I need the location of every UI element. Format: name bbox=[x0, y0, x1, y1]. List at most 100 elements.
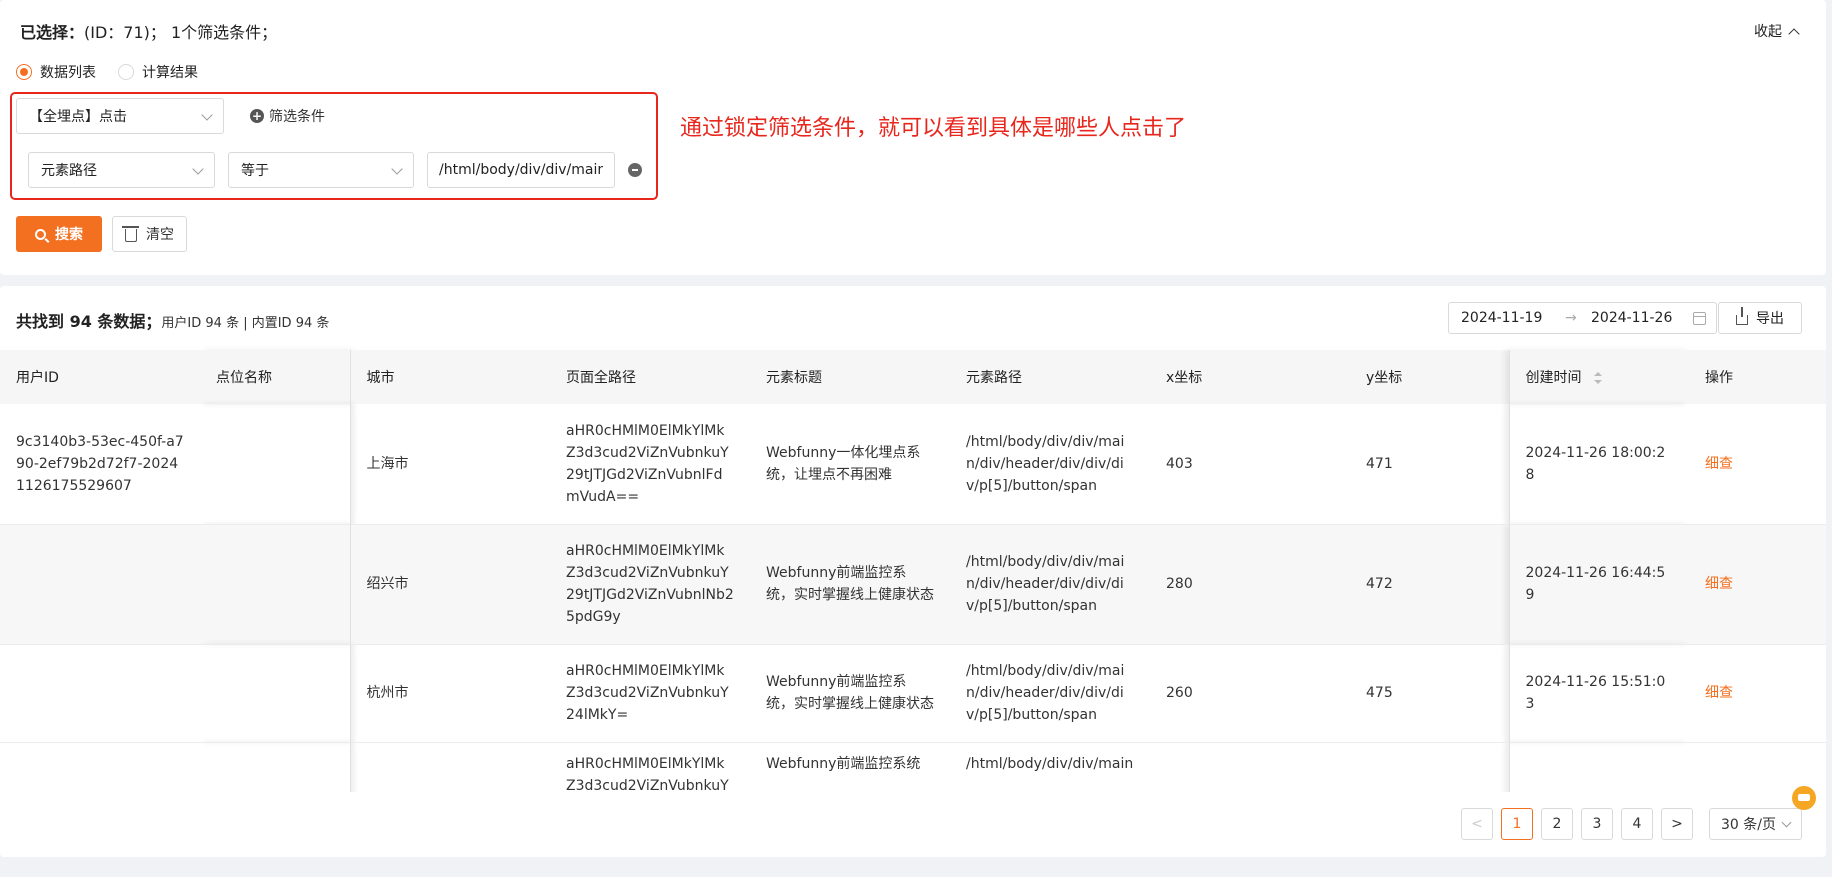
cell-page-path: aHR0cHMlM0ElMkYlMkZ3d3cud2ViZnVubnkuY29t… bbox=[550, 524, 750, 644]
date-range-picker[interactable]: 2024-11-19 → 2024-11-26 bbox=[1448, 302, 1717, 334]
cell-x: 260 bbox=[1166, 685, 1193, 701]
table-row: 9c3140b3-53ec-450f-a790-2ef79b2d72f7-202… bbox=[0, 404, 1826, 524]
cell-user-id bbox=[0, 524, 200, 644]
date-start[interactable]: 2024-11-19 bbox=[1449, 310, 1565, 326]
view-radio-group: 数据列表 计算结果 bbox=[16, 62, 220, 82]
cell-city: 绍兴市 bbox=[350, 524, 550, 644]
detail-link[interactable]: 细查 bbox=[1705, 456, 1733, 472]
cell-element-title: Webfunny前端监控系统，实时掌握线上健康状态 bbox=[750, 524, 950, 644]
page-button-2[interactable]: 2 bbox=[1541, 808, 1573, 840]
remove-condition-icon[interactable] bbox=[628, 163, 642, 177]
page-button-4[interactable]: 4 bbox=[1621, 808, 1653, 840]
cell-point-name bbox=[200, 644, 351, 742]
calendar-icon bbox=[1693, 312, 1706, 325]
chevron-down-icon bbox=[391, 163, 403, 175]
field-select[interactable]: 元素路径 bbox=[28, 152, 215, 188]
prev-page-button[interactable]: < bbox=[1461, 808, 1493, 840]
cell-action: 细查 bbox=[1689, 524, 1826, 644]
radio-checked-icon bbox=[16, 64, 32, 80]
chevron-down-icon bbox=[201, 109, 213, 121]
page-button-3[interactable]: 3 bbox=[1581, 808, 1613, 840]
event-select-value: 【全埋点】点击 bbox=[29, 109, 127, 125]
chat-icon[interactable] bbox=[1792, 786, 1816, 810]
radio-label: 计算结果 bbox=[142, 65, 198, 81]
operator-select-value: 等于 bbox=[241, 163, 269, 179]
radio-data-list[interactable]: 数据列表 bbox=[16, 62, 96, 82]
cell-city: 上海市 bbox=[366, 455, 409, 472]
results-table: 用户ID 点位名称 城市 页面全路径 元素标题 元素路径 x坐标 y坐标 创建时… bbox=[0, 350, 1826, 857]
annotation-text: 通过锁定筛选条件，就可以看到具体是哪些人点击了 bbox=[680, 116, 1187, 141]
result-count-detail: 用户ID 94 条 | 内置ID 94 条 bbox=[161, 316, 330, 331]
cell-action: 细查 bbox=[1689, 644, 1826, 742]
cell-element-title: Webfunny前端监控系统，实时掌握线上健康状态 bbox=[766, 674, 934, 712]
col-header-created-label: 创建时间 bbox=[1525, 370, 1582, 386]
col-header-element-path: 元素路径 bbox=[950, 350, 1150, 404]
cell-action: 细查 bbox=[1689, 404, 1826, 524]
col-header-created[interactable]: 创建时间 bbox=[1508, 350, 1689, 404]
cell-user-id bbox=[0, 644, 200, 742]
cell-x: 280 bbox=[1150, 524, 1350, 644]
chevron-up-icon bbox=[1788, 28, 1800, 40]
cell-page-path: aHR0cHMlM0ElMkYlMkZ3d3cud2ViZnVubnkuY29t… bbox=[566, 422, 729, 505]
cell-city: 杭州市 bbox=[366, 685, 409, 701]
sort-icon[interactable] bbox=[1593, 372, 1602, 384]
trash-icon bbox=[122, 226, 139, 242]
table-header-row: 用户ID 点位名称 城市 页面全路径 元素标题 元素路径 x坐标 y坐标 创建时… bbox=[0, 350, 1826, 404]
selected-label: 已选择： bbox=[20, 23, 85, 42]
cell-page-path: aHR0cHMlM0ElMkYlMkZ3d3cud2ViZnVubnkuY24l… bbox=[566, 663, 729, 723]
event-select[interactable]: 【全埋点】点击 bbox=[16, 98, 224, 134]
results-panel: 共找到 94 条数据；用户ID 94 条 | 内置ID 94 条 2024-11… bbox=[0, 286, 1826, 857]
result-count-label: 共找到 94 条数据； bbox=[16, 312, 162, 331]
cell-created: 2024-11-26 18:00:28 bbox=[1508, 404, 1689, 524]
search-button-label: 搜索 bbox=[55, 227, 83, 243]
filter-value-input[interactable] bbox=[427, 152, 615, 188]
collapse-button[interactable]: 收起 bbox=[1754, 21, 1800, 41]
cell-element-path: /html/body/div/div/main/div/header/div/d… bbox=[950, 524, 1150, 644]
page-size-select[interactable]: 30 条/页 bbox=[1709, 808, 1802, 840]
clear-button[interactable]: 清空 bbox=[112, 216, 187, 252]
selected-summary: 已选择：(ID：71)； 1个筛选条件； bbox=[20, 19, 277, 43]
col-header-page-path: 页面全路径 bbox=[550, 350, 750, 404]
operator-select[interactable]: 等于 bbox=[228, 152, 414, 188]
cell-point-name bbox=[200, 524, 351, 644]
cell-x: 403 bbox=[1166, 455, 1193, 472]
cell-user-id: 9c3140b3-53ec-450f-a790-2ef79b2d72f7-202… bbox=[16, 433, 184, 494]
filter-panel: 已选择：(ID：71)； 1个筛选条件； 收起 数据列表 计算结果 【全埋点】点… bbox=[0, 0, 1826, 275]
export-button-label: 导出 bbox=[1756, 311, 1784, 327]
add-filter-label: 筛选条件 bbox=[269, 109, 325, 125]
cell-y: 475 bbox=[1366, 685, 1393, 701]
clear-button-label: 清空 bbox=[146, 227, 174, 243]
col-header-point-name: 点位名称 bbox=[200, 350, 351, 404]
selected-value: (ID：71)； 1个筛选条件； bbox=[84, 23, 278, 42]
table-row: 杭州市 aHR0cHMlM0ElMkYlMkZ3d3cud2ViZnVubnku… bbox=[0, 644, 1826, 742]
cell-y: 471 bbox=[1366, 455, 1393, 472]
detail-link[interactable]: 细查 bbox=[1705, 685, 1733, 701]
table-row: 绍兴市 aHR0cHMlM0ElMkYlMkZ3d3cud2ViZnVubnku… bbox=[0, 524, 1826, 644]
date-separator: → bbox=[1565, 310, 1577, 326]
next-page-button[interactable]: > bbox=[1661, 808, 1693, 840]
cell-element-path: /html/body/div/div/main/div/header/div/d… bbox=[966, 663, 1125, 723]
search-button[interactable]: 搜索 bbox=[16, 216, 102, 252]
field-select-value: 元素路径 bbox=[41, 163, 97, 179]
radio-label: 数据列表 bbox=[40, 65, 96, 81]
chevron-down-icon bbox=[1781, 817, 1792, 828]
cell-created: 2024-11-26 16:44:59 bbox=[1508, 524, 1689, 644]
col-header-y: y坐标 bbox=[1350, 350, 1509, 404]
date-end[interactable]: 2024-11-26 bbox=[1579, 310, 1695, 326]
radio-unchecked-icon bbox=[118, 64, 134, 80]
export-button[interactable]: 导出 bbox=[1718, 302, 1802, 334]
chevron-down-icon bbox=[192, 163, 204, 175]
search-icon bbox=[35, 228, 46, 240]
radio-calc-result[interactable]: 计算结果 bbox=[118, 62, 198, 82]
col-header-x: x坐标 bbox=[1150, 350, 1350, 404]
col-header-user-id: 用户ID bbox=[0, 350, 200, 404]
export-icon bbox=[1736, 307, 1748, 325]
page-button-1[interactable]: 1 bbox=[1501, 808, 1533, 840]
add-filter-button[interactable]: + 筛选条件 bbox=[250, 106, 325, 126]
col-header-element-title: 元素标题 bbox=[750, 350, 950, 404]
cell-element-path: /html/body/div/div/main/div/header/div/d… bbox=[966, 433, 1125, 494]
cell-created: 2024-11-26 15:51:03 bbox=[1508, 644, 1689, 742]
col-header-action: 操作 bbox=[1689, 350, 1826, 404]
collapse-label: 收起 bbox=[1754, 24, 1782, 40]
detail-link[interactable]: 细查 bbox=[1705, 576, 1733, 592]
